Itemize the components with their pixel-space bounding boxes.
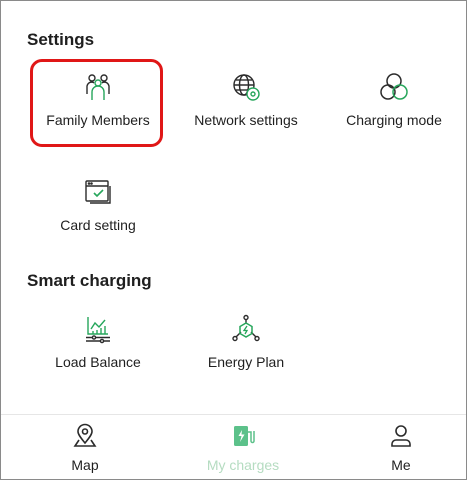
smart-item-load-balance[interactable]: Load Balance (38, 314, 158, 370)
user-icon (391, 425, 411, 447)
energy-plan-icon (232, 314, 260, 342)
settings-item-label: Charging mode (346, 112, 442, 128)
map-pin-icon (73, 423, 97, 447)
tab-map[interactable]: Map (55, 415, 115, 479)
settings-item-network-settings[interactable]: Network settings (181, 72, 311, 128)
bottom-tab-bar: Map My charges Me (1, 415, 466, 479)
settings-section-title: Settings (27, 30, 95, 49)
smart-item-label: Energy Plan (207, 354, 285, 370)
network-settings-icon (233, 74, 260, 101)
settings-item-card-setting[interactable]: Card setting (38, 177, 158, 233)
tab-me[interactable]: Me (376, 415, 426, 479)
settings-item-charging-mode[interactable]: Charging mode (334, 72, 454, 128)
card-setting-icon (85, 180, 111, 204)
smart-charging-section-title: Smart charging (27, 271, 152, 290)
settings-item-family-members[interactable]: Family Members (38, 72, 158, 128)
settings-item-label: Network settings (194, 112, 298, 128)
settings-item-label: Family Members (46, 112, 150, 128)
smart-item-label: Load Balance (55, 354, 141, 370)
family-members-icon (86, 74, 110, 100)
charging-mode-icon (380, 73, 408, 100)
charger-icon (234, 426, 255, 446)
tab-my-charges[interactable]: My charges (193, 415, 293, 479)
settings-item-label: Card setting (60, 217, 136, 233)
load-balance-icon (86, 317, 110, 344)
tab-label: Map (71, 457, 99, 473)
tab-label: My charges (206, 457, 280, 473)
app-screen: Settings Family Members Network settings… (0, 0, 467, 480)
tab-label: Me (391, 457, 411, 473)
smart-item-energy-plan[interactable]: Energy Plan (191, 314, 301, 370)
